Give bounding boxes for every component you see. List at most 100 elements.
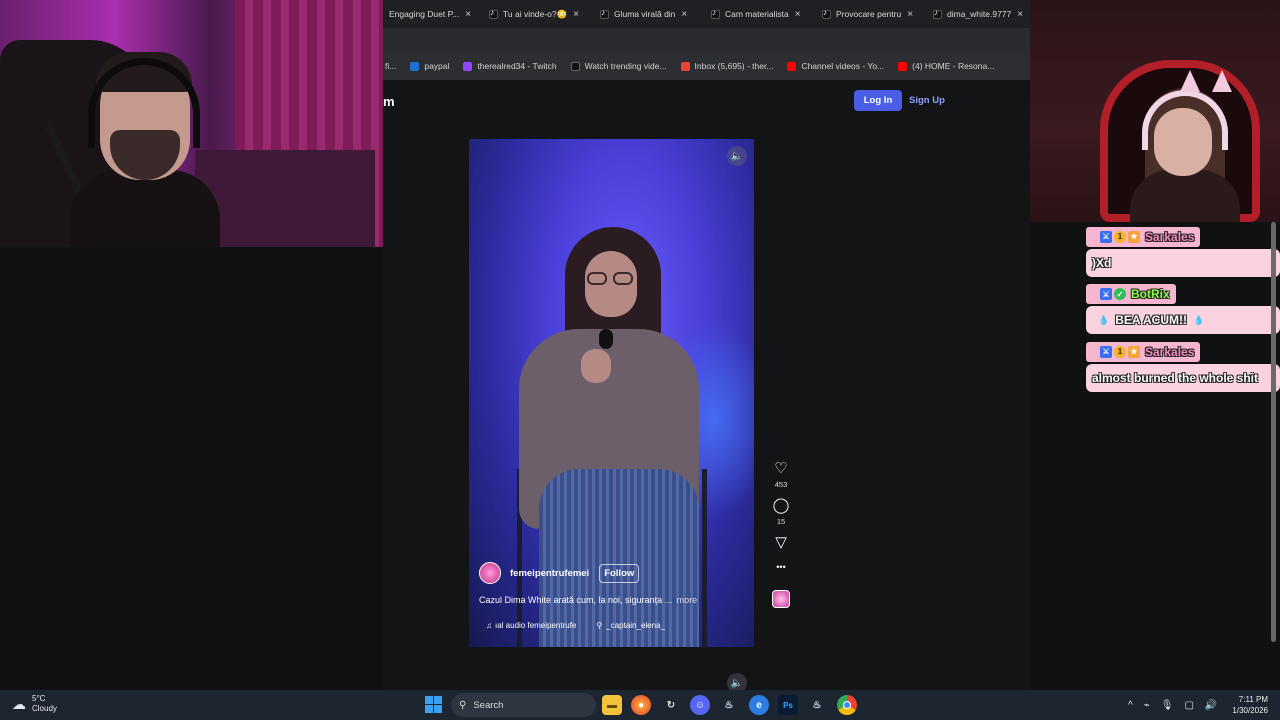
tiktok-icon: [600, 8, 609, 19]
more-icon[interactable]: •••: [776, 559, 785, 576]
network-icon[interactable]: ⌁: [1144, 700, 1150, 711]
firefox-icon[interactable]: ●: [631, 695, 651, 715]
chat-message-header: ⚔ 1 ★ Sarkales: [1086, 341, 1201, 362]
mention-label[interactable]: _captain_elena_: [606, 621, 665, 630]
taskbar-clock[interactable]: 7:11 PM 1/30/2026: [1226, 694, 1268, 716]
bookmark-item[interactable]: fi...: [385, 61, 396, 71]
chat-message: ⚔ 1 ★ Sarkales )Xd: [1086, 226, 1280, 277]
close-icon[interactable]: ×: [465, 9, 471, 20]
verified-badge-icon: ✓: [1114, 288, 1126, 300]
emote-icon: 💧: [1192, 314, 1205, 325]
volume-icon[interactable]: 🔊: [1205, 700, 1217, 711]
browser-tab[interactable]: dima_white.9777 ×: [927, 0, 1030, 28]
like-action[interactable]: ♡ 453: [770, 460, 792, 489]
chat-username[interactable]: BotRix: [1131, 287, 1170, 301]
page-scrollbar[interactable]: [1271, 222, 1276, 642]
bookmark-item[interactable]: Inbox (5,695) - ther...: [680, 61, 774, 71]
refresh-app-icon[interactable]: ↻: [661, 695, 681, 715]
file-explorer-icon[interactable]: ▬: [602, 695, 622, 715]
bookmark-item[interactable]: Channel videos - Yo...: [787, 61, 884, 71]
cohost-body: [1130, 170, 1240, 222]
gift-badge-icon: ★: [1128, 345, 1140, 358]
microphone-icon[interactable]: 🎙: [1161, 700, 1174, 711]
weather-widget[interactable]: ☁ 5°C Cloudy: [12, 694, 57, 714]
browser-address-row: [383, 28, 1030, 52]
video-actions: ♡ 453 ◯ 15 ▽ •••: [770, 460, 792, 616]
bookmark-item[interactable]: (4) HOME - Resona...: [898, 61, 994, 71]
sound-icon[interactable]: 🔈: [727, 146, 747, 166]
chrome-icon[interactable]: [837, 695, 857, 715]
site-logo[interactable]: m: [383, 94, 395, 109]
chat-message: ⚔ 1 ★ Sarkales almost burned the whole s…: [1086, 341, 1280, 392]
chevron-up-icon[interactable]: ^: [1128, 700, 1133, 711]
close-icon[interactable]: ×: [681, 9, 687, 20]
caption-more-link[interactable]: more: [677, 595, 698, 605]
follow-button[interactable]: Follow: [599, 563, 640, 583]
browser-tab[interactable]: Tu ai vinde-o?😳 ×: [483, 0, 594, 28]
bookmark-item[interactable]: therealred34 - Twitch: [463, 61, 557, 71]
bookmark-label: paypal: [424, 61, 450, 71]
like-count: 453: [774, 480, 788, 489]
moderator-badge-icon: ⚔: [1100, 230, 1112, 243]
music-note-icon: ♫: [486, 621, 492, 630]
comment-icon[interactable]: ◯: [773, 497, 790, 514]
chat-username[interactable]: Sarkales: [1145, 230, 1194, 244]
search-placeholder: Search: [473, 699, 504, 711]
heart-icon[interactable]: ♡: [774, 460, 787, 477]
video-microphone: [599, 329, 613, 349]
bookmark-label: Watch trending vide...: [584, 61, 667, 71]
edge-icon[interactable]: e: [749, 695, 769, 715]
tiktok-icon: [933, 8, 942, 19]
bookmark-label: (4) HOME - Resona...: [912, 61, 995, 71]
music-disc-icon[interactable]: [772, 590, 790, 608]
browser-tab[interactable]: Cam materialista ×: [705, 0, 816, 28]
chat-message: ⚔ ✓ BotRix 💧 BEA ACUM!! 💧: [1086, 284, 1280, 334]
webcam-room: [195, 150, 375, 247]
photoshop-icon[interactable]: Ps: [778, 695, 798, 715]
close-icon[interactable]: ×: [573, 9, 579, 20]
tiktok-icon: [822, 8, 831, 19]
tab-title: Gluma virală din: [614, 9, 676, 19]
bookmark-item[interactable]: Watch trending vide...: [570, 61, 667, 71]
weather-temp: 5°C: [32, 694, 46, 703]
taskbar-search[interactable]: ⚲ Search: [451, 693, 596, 717]
author-row: femeipentrufemei Follow: [479, 562, 640, 584]
chat-username[interactable]: Sarkales: [1145, 345, 1194, 359]
video-person-glasses: [587, 272, 635, 286]
close-icon[interactable]: ×: [795, 9, 801, 20]
tab-title: Provocare pentru: [836, 9, 902, 19]
music-disc-action[interactable]: [770, 584, 792, 608]
comment-action[interactable]: ◯ 15: [770, 497, 792, 526]
author-avatar[interactable]: [479, 562, 501, 584]
video-player[interactable]: 🔈 femeipentrufemei Follow Cazul Dima Whi…: [469, 139, 754, 647]
close-icon[interactable]: ×: [907, 9, 913, 20]
chat-message-header: ⚔ ✓ BotRix: [1086, 284, 1176, 304]
browser-tab[interactable]: Engaging Duet P... ×: [383, 0, 483, 28]
tab-title: dima_white.9777: [947, 9, 1012, 19]
cat-ear-right: [1212, 70, 1232, 92]
comment-count: 15: [776, 517, 786, 526]
audio-label[interactable]: ıal audio femeipentrufe: [495, 621, 576, 630]
streamer-webcam: [0, 0, 383, 247]
bookmark-label: Inbox (5,695) - ther...: [694, 61, 774, 71]
share-action[interactable]: ▽: [770, 534, 792, 551]
video-caption: Cazul Dima White arată cum, la noi, sigu…: [479, 595, 697, 605]
chat-message-text: almost burned the whole shit: [1086, 363, 1280, 392]
more-action[interactable]: •••: [770, 559, 792, 576]
display-icon[interactable]: ▢: [1184, 700, 1193, 711]
discord-icon[interactable]: ☺: [690, 695, 710, 715]
bookmark-item[interactable]: paypal: [410, 61, 449, 71]
close-icon[interactable]: ×: [1017, 9, 1023, 20]
steam-icon[interactable]: ♨: [719, 695, 739, 715]
author-name[interactable]: femeipentrufemei: [510, 568, 589, 579]
browser-tab[interactable]: Provocare pentru ×: [816, 0, 927, 28]
clock-time: 7:11 PM: [1238, 695, 1268, 704]
signup-button[interactable]: Sign Up: [909, 90, 945, 111]
windows-start-icon[interactable]: [425, 696, 442, 713]
clock-date: 1/30/2026: [1232, 706, 1268, 715]
chat-message-header: ⚔ 1 ★ Sarkales: [1086, 226, 1201, 247]
steam-icon[interactable]: ♨: [807, 695, 827, 715]
browser-tab[interactable]: Gluma virală din ×: [594, 0, 705, 28]
login-button[interactable]: Log In: [854, 90, 902, 111]
share-icon[interactable]: ▽: [775, 534, 787, 551]
